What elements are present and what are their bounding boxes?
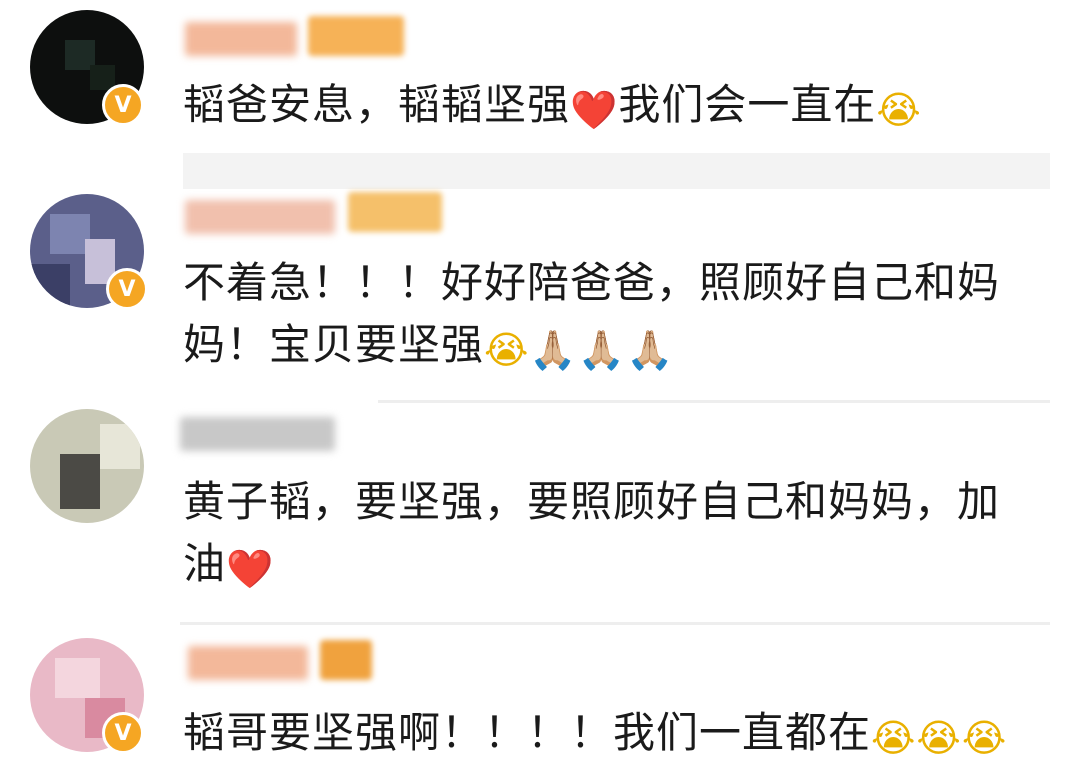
username-blurred[interactable] bbox=[180, 417, 335, 451]
crying-emoji-icons: 😭😭😭 bbox=[871, 716, 1008, 760]
comment-text: 韬爸安息，韬韬坚强❤️我们会一直在😭 bbox=[183, 74, 1050, 141]
comment-4: V 韬哥要坚强啊！！！！我们一直都在😭😭😭 bbox=[0, 630, 1080, 778]
user-level-badge-blurred bbox=[348, 192, 442, 232]
comment-text-part1: 韬爸安息，韬韬坚强 bbox=[183, 80, 571, 129]
heart-emoji-icon: ❤️ bbox=[226, 547, 275, 591]
verified-badge-icon: V bbox=[102, 84, 144, 126]
comment-text-part2: 我们会一直在 bbox=[618, 80, 877, 129]
avatar[interactable] bbox=[30, 409, 144, 523]
comment-2: V 不着急！！！好好陪爸爸，照顾好自己和妈 妈！宝贝要坚强😭🙏🏼🙏🏼🙏🏼 bbox=[0, 190, 1080, 390]
comment-text-line1: 不着急！！！好好陪爸爸，照顾好自己和妈 bbox=[183, 258, 1001, 307]
divider bbox=[378, 400, 1050, 403]
comment-text-line2: 妈！宝贝要坚强 bbox=[183, 320, 485, 369]
comment-text-line2: 油 bbox=[183, 539, 227, 588]
divider bbox=[183, 153, 1050, 189]
comment-text: 韬哥要坚强啊！！！！我们一直都在😭😭😭 bbox=[183, 702, 1050, 769]
crying-emoji-icon: 😭 bbox=[876, 88, 922, 132]
username-blurred[interactable] bbox=[185, 22, 297, 56]
user-level-badge-blurred bbox=[308, 16, 404, 56]
comment-text: 黄子韬，要坚强，要照顾好自己和妈妈，加 油❤️ bbox=[183, 471, 1050, 600]
comment-1: V 韬爸安息，韬韬坚强❤️我们会一直在😭 bbox=[0, 0, 1080, 150]
divider bbox=[180, 622, 1050, 625]
username-blurred[interactable] bbox=[188, 646, 308, 680]
heart-emoji-icon: ❤️ bbox=[570, 88, 619, 132]
comment-text-line1: 黄子韬，要坚强，要照顾好自己和妈妈，加 bbox=[183, 477, 1001, 526]
verified-badge-icon: V bbox=[106, 268, 148, 310]
comment-text-main: 韬哥要坚强啊！！！！我们一直都在 bbox=[183, 708, 872, 757]
crying-praying-emoji-icons: 😭🙏🏼🙏🏼🙏🏼 bbox=[484, 328, 675, 372]
username-blurred[interactable] bbox=[185, 200, 335, 234]
verified-badge-icon: V bbox=[102, 712, 144, 754]
comment-3: 黄子韬，要坚强，要照顾好自己和妈妈，加 油❤️ bbox=[0, 405, 1080, 605]
user-level-badge-blurred bbox=[320, 640, 372, 680]
comment-text: 不着急！！！好好陪爸爸，照顾好自己和妈 妈！宝贝要坚强😭🙏🏼🙏🏼🙏🏼 bbox=[183, 252, 1050, 381]
